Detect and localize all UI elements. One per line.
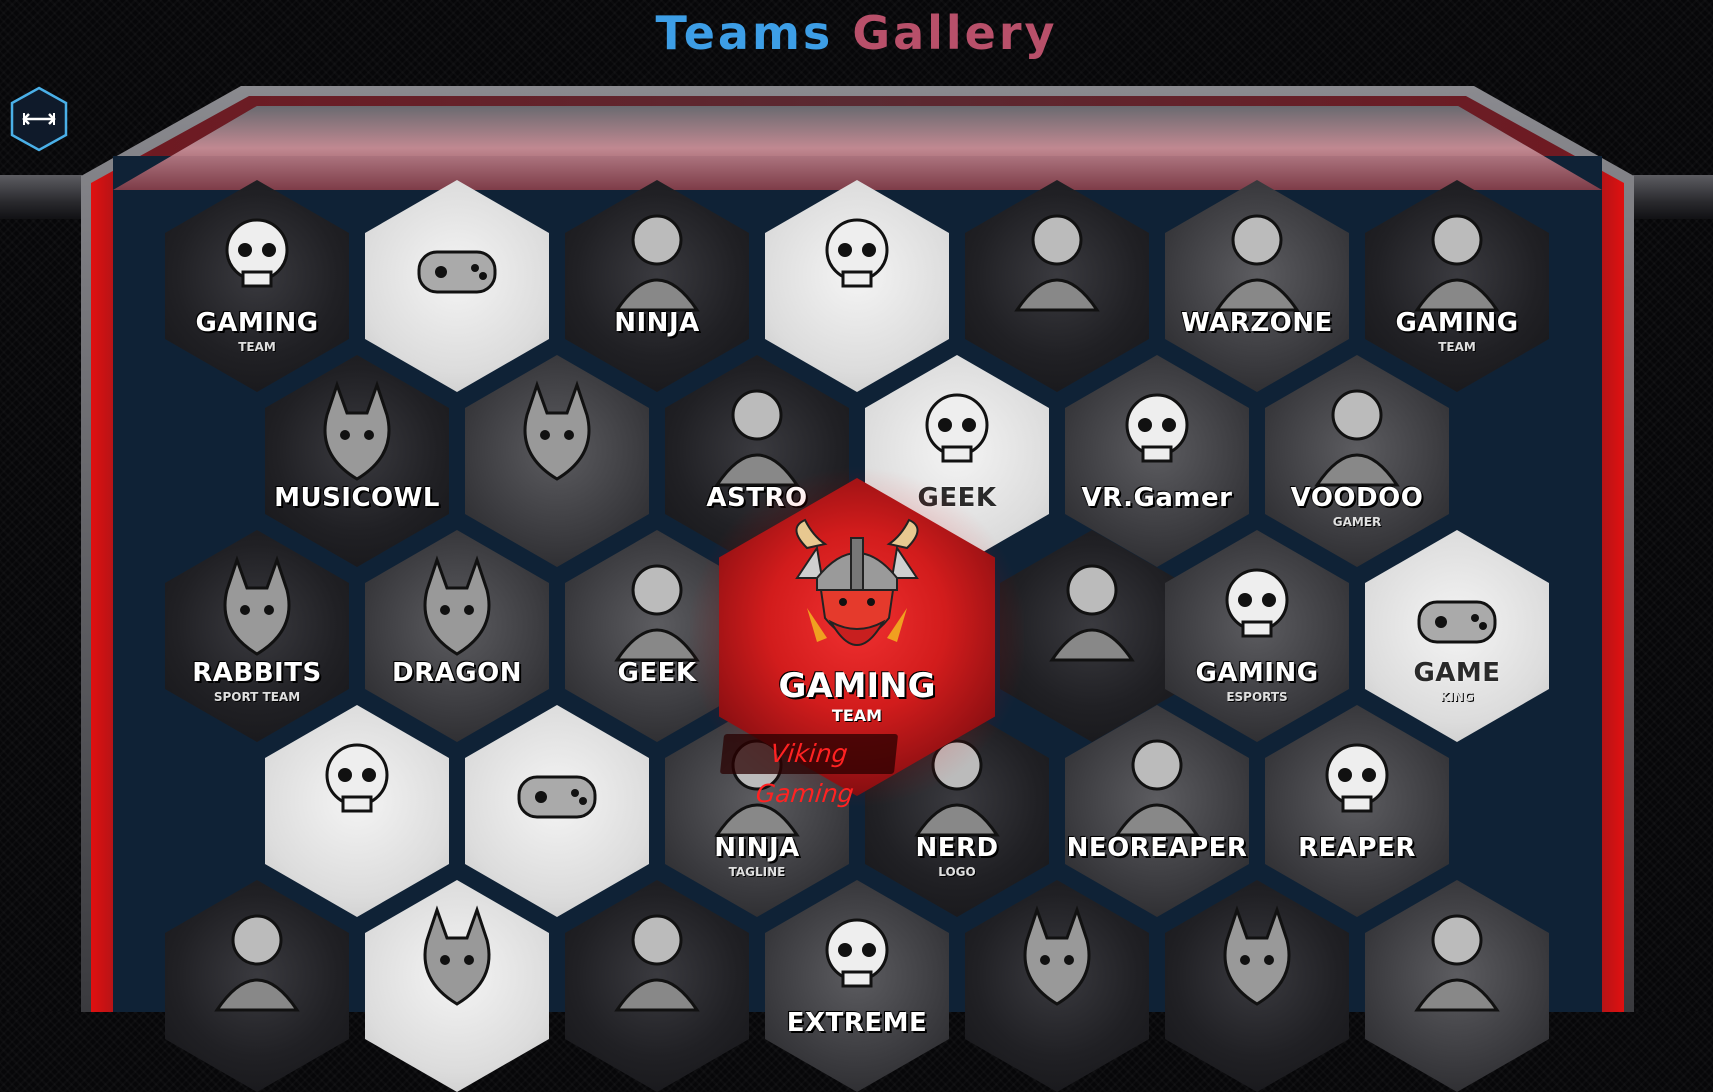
viking-helmet-icon (795, 518, 919, 646)
rock-hand-icon (1417, 600, 1497, 644)
team-logo-subtext: TAGLINE (728, 865, 786, 879)
team-logo-text: WARZONE (1181, 308, 1333, 338)
team-logo-text: DRAGON (392, 658, 522, 688)
dragon-icon (423, 555, 491, 656)
owl-icon (323, 380, 391, 481)
flame-skull-icon (825, 918, 889, 988)
title-part-gallery: Gallery (852, 6, 1058, 60)
hood-icon (1014, 214, 1100, 312)
team-logo-text: EXTREME (786, 1008, 928, 1038)
controller-hand-icon (417, 250, 497, 294)
skull-headset-icon (825, 218, 889, 288)
team-logo-subtext: GAMER (1332, 515, 1382, 529)
vr-skull-icon (1125, 393, 1189, 463)
team-logo-text: NINJA (714, 833, 800, 863)
team-logo-subtext: SPORT TEAM (213, 690, 301, 704)
featured-logo-text: GAMING (778, 666, 936, 706)
featured-team-name: Viking Gaming (719, 734, 899, 808)
page-title: Teams Gallery (0, 6, 1713, 60)
soldier-icon (1214, 214, 1300, 312)
team-logo-text: REAPER (1298, 833, 1416, 863)
gorilla-icon (1223, 905, 1291, 1006)
samurai-icon (1049, 564, 1135, 662)
reaper-gun-icon (1114, 739, 1200, 837)
reaper-skull-icon (1325, 743, 1389, 813)
robot-icon (614, 914, 700, 1012)
skull-headphones-icon (1225, 568, 1289, 638)
team-logo-text: NERD (915, 833, 999, 863)
dino-icon (423, 905, 491, 1006)
title-part-teams: Teams (655, 6, 834, 60)
team-logo-subtext: KING (1440, 690, 1474, 704)
assassin-icon (214, 914, 300, 1012)
ninja-icon (614, 214, 700, 312)
team-logo-text: RABBITS (192, 658, 322, 688)
team-logo-text: GAMING (1195, 658, 1319, 688)
rabbit-icon (223, 555, 291, 656)
team-logo-text: NEOREAPER (1066, 833, 1248, 863)
left-side-band (0, 175, 82, 219)
team-logo-subtext: TEAM (1438, 340, 1476, 354)
horned-dragon-icon (1023, 905, 1091, 1006)
expand-horizontal-icon (10, 86, 68, 152)
team-logo-text: VR.Gamer (1081, 483, 1233, 513)
team-logo-text: NINJA (614, 308, 700, 338)
team-logo-text: GAMING (1395, 308, 1519, 338)
team-logo-text: GAME (1413, 658, 1501, 688)
skull-icon (225, 218, 289, 288)
team-logo-subtext: ESPORTS (1226, 690, 1288, 704)
voodoo-doll-icon (1314, 389, 1400, 487)
eagle-icon (523, 380, 591, 481)
jester-skull-icon (325, 743, 389, 813)
featured-logo-subtext: TEAM (831, 706, 883, 725)
team-logo-text: VOODOO (1290, 483, 1424, 513)
team-logo-text: GAMING (195, 308, 319, 338)
ninja-star-icon (1414, 914, 1500, 1012)
team-logo-subtext: LOGO (938, 865, 976, 879)
astronaut-controller-icon (517, 775, 597, 819)
team-logo-subtext: TEAM (238, 340, 276, 354)
right-side-band (1633, 175, 1713, 219)
ninja-flame-icon (1414, 214, 1500, 312)
team-logo-text: MUSICOWL (274, 483, 440, 513)
layout-toggle-button[interactable] (10, 86, 68, 152)
